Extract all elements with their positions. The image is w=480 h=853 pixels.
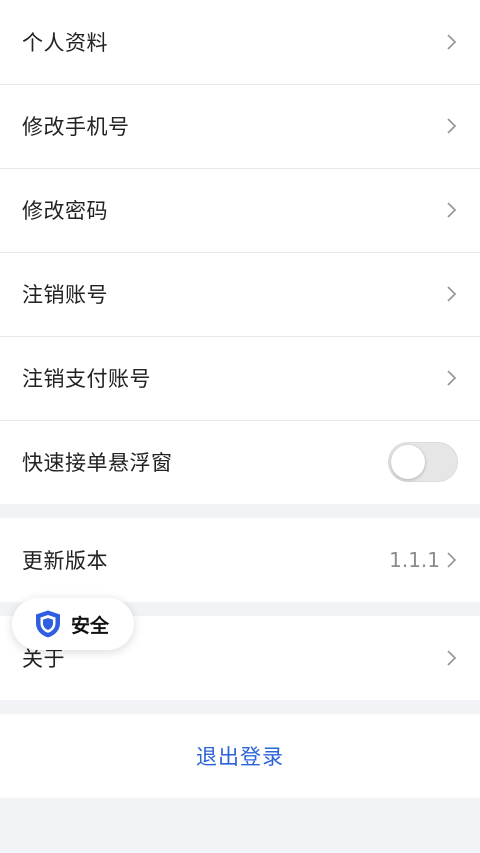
- menu-float-window: 快速接单悬浮窗: [0, 420, 480, 504]
- menu-profile[interactable]: 个人资料: [0, 0, 480, 84]
- chevron-right-icon: [444, 33, 458, 51]
- menu-change-phone-label: 修改手机号: [22, 115, 130, 139]
- chevron-right-icon: [444, 117, 458, 135]
- menu-cancel-payment-account-label: 注销支付账号: [22, 367, 151, 391]
- chevron-right-icon: [444, 649, 458, 667]
- menu-change-password[interactable]: 修改密码: [0, 168, 480, 252]
- menu-cancel-account-label: 注销账号: [22, 283, 108, 307]
- security-badge[interactable]: 安全: [12, 598, 134, 650]
- menu-change-password-label: 修改密码: [22, 199, 108, 223]
- menu-profile-label: 个人资料: [22, 31, 108, 55]
- chevron-right-icon: [444, 285, 458, 303]
- version-value: 1.1.1: [389, 548, 440, 572]
- menu-change-phone[interactable]: 修改手机号: [0, 84, 480, 168]
- logout-group: 退出登录: [0, 714, 480, 798]
- chevron-right-icon: [444, 201, 458, 219]
- security-badge-label: 安全: [71, 614, 110, 637]
- settings-list: 个人资料 修改手机号 修改密码 注销账号 注销支付账号 快速接单悬浮窗: [0, 0, 480, 504]
- chevron-right-icon: [444, 369, 458, 387]
- version-group: 更新版本 1.1.1: [0, 518, 480, 602]
- shield-icon: [34, 609, 62, 639]
- menu-float-window-label: 快速接单悬浮窗: [22, 451, 173, 475]
- float-window-toggle[interactable]: [388, 442, 458, 482]
- menu-cancel-account[interactable]: 注销账号: [0, 252, 480, 336]
- chevron-right-icon: [444, 551, 458, 569]
- toggle-knob: [391, 445, 425, 479]
- menu-update-version-label: 更新版本: [22, 549, 108, 573]
- menu-update-version[interactable]: 更新版本 1.1.1: [0, 518, 480, 602]
- logout-button[interactable]: 退出登录: [0, 714, 480, 798]
- menu-cancel-payment-account[interactable]: 注销支付账号: [0, 336, 480, 420]
